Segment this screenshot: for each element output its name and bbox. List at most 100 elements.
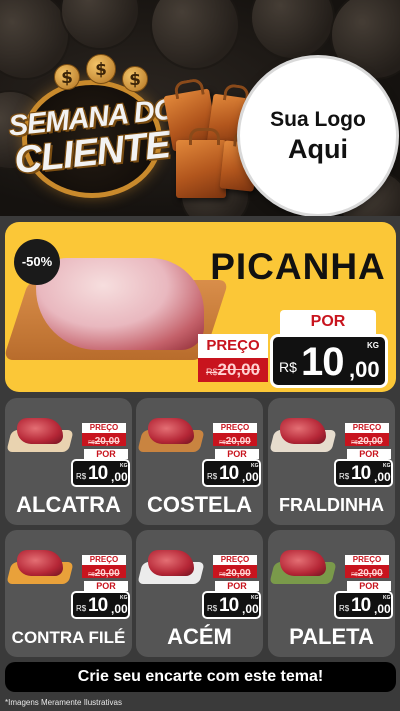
meat-cut-image bbox=[280, 550, 326, 576]
semana-do-cliente-badge: $ $ $ SEMANA DO CLIENTE bbox=[7, 54, 177, 202]
price-unit: KG bbox=[120, 463, 128, 469]
preco-label: PREÇO bbox=[213, 555, 257, 565]
price-unit: KG bbox=[251, 595, 259, 601]
featured-product-name: PICANHA bbox=[210, 246, 386, 287]
product-name: PALETA bbox=[289, 624, 374, 649]
product-image bbox=[6, 416, 74, 456]
price-decimal: ,00 bbox=[349, 357, 380, 382]
product-name: CONTRA FILÉ bbox=[11, 628, 126, 647]
old-price: R$20,00 bbox=[213, 433, 257, 447]
price-currency: R$ bbox=[207, 472, 218, 481]
product-card: PREÇO R$20,00 POR R$ 10,00 KG CONTRA FILÉ bbox=[5, 530, 132, 657]
product-card: PREÇO R$20,00 POR R$ 10,00 KG COSTELA bbox=[136, 398, 263, 525]
price-integer: 10 bbox=[351, 463, 371, 484]
coin-decoration bbox=[150, 0, 240, 70]
dollar-coin-icon: $ bbox=[54, 64, 80, 90]
product-name: FRALDINHA bbox=[279, 495, 384, 515]
old-price: R$20,00 bbox=[345, 565, 389, 579]
old-price: R$20,00 bbox=[345, 433, 389, 447]
por-label: POR bbox=[84, 581, 128, 591]
product-card: PREÇO R$20,00 POR R$ 10,00 KG ACÉM bbox=[136, 530, 263, 657]
old-price-value: 20,00 bbox=[225, 568, 251, 579]
price-currency: R$ bbox=[279, 359, 297, 375]
por-label: POR bbox=[347, 581, 391, 591]
price-integer: 10 bbox=[219, 463, 239, 484]
price-decimal: ,00 bbox=[374, 470, 391, 484]
old-price: R$20,00 bbox=[198, 358, 268, 382]
product-image bbox=[137, 416, 205, 456]
new-price-box: R$ 10,00 KG bbox=[202, 591, 261, 619]
meat-cut-image bbox=[17, 418, 63, 444]
preco-label: PREÇO bbox=[198, 334, 268, 358]
price-currency: R$ bbox=[339, 604, 350, 613]
coin-decoration bbox=[60, 0, 140, 50]
new-price-box: R$ 10,00 KG bbox=[71, 459, 130, 487]
product-name: ACÉM bbox=[167, 624, 232, 649]
price-decimal: ,00 bbox=[242, 602, 259, 616]
price-currency: R$ bbox=[76, 472, 87, 481]
new-price-box: R$ 10 ,00 KG bbox=[270, 334, 388, 388]
new-price-box: R$ 10,00 KG bbox=[71, 591, 130, 619]
dollar-coin-icon: $ bbox=[122, 66, 148, 92]
old-price: R$20,00 bbox=[82, 433, 126, 447]
create-flyer-button[interactable]: Crie seu encarte com este tema! bbox=[5, 662, 396, 692]
product-image bbox=[6, 548, 74, 588]
por-label: POR bbox=[215, 581, 259, 591]
preco-label: PREÇO bbox=[345, 423, 389, 433]
old-price-value: 20,00 bbox=[225, 436, 251, 447]
price-unit: KG bbox=[383, 595, 391, 601]
price-integer: 10 bbox=[351, 595, 371, 616]
meat-cut-image bbox=[280, 418, 326, 444]
picanha-image bbox=[36, 258, 204, 350]
old-price-value: 20,00 bbox=[94, 568, 120, 579]
meat-cut-image bbox=[17, 550, 63, 576]
por-label: POR bbox=[280, 310, 376, 334]
old-price: R$20,00 bbox=[213, 565, 257, 579]
product-name: ALCATRA bbox=[16, 492, 121, 517]
meat-cut-image bbox=[148, 418, 194, 444]
product-image bbox=[269, 548, 337, 588]
product-image bbox=[269, 416, 337, 456]
preco-label: PREÇO bbox=[82, 555, 126, 565]
logo-text-line1: Sua Logo bbox=[270, 107, 366, 131]
old-price-value: 20,00 bbox=[217, 360, 261, 379]
old-price-value: 20,00 bbox=[357, 568, 383, 579]
por-label: POR bbox=[84, 449, 128, 459]
price-unit: KG bbox=[367, 341, 379, 350]
product-card: PREÇO R$20,00 POR R$ 10,00 KG PALETA bbox=[268, 530, 395, 657]
preco-label: PREÇO bbox=[82, 423, 126, 433]
header-banner: $ $ $ SEMANA DO CLIENTE Sua Logo Aqui bbox=[0, 0, 400, 216]
preco-label: PREÇO bbox=[213, 423, 257, 433]
new-price-box: R$ 10,00 KG bbox=[334, 591, 393, 619]
old-price-value: 20,00 bbox=[94, 436, 120, 447]
logo-placeholder[interactable]: Sua Logo Aqui bbox=[240, 58, 396, 214]
price-decimal: ,00 bbox=[111, 470, 128, 484]
price-integer: 10 bbox=[88, 463, 108, 484]
shopping-bag-icon bbox=[176, 128, 226, 198]
por-label: POR bbox=[215, 449, 259, 459]
coin-decoration bbox=[250, 0, 335, 60]
disclaimer-text: *Imagens Meramente Ilustrativas bbox=[5, 698, 122, 707]
price-unit: KG bbox=[383, 463, 391, 469]
price-currency: R$ bbox=[76, 604, 87, 613]
new-price-box: R$ 10,00 KG bbox=[202, 459, 261, 487]
price-decimal: ,00 bbox=[242, 470, 259, 484]
discount-badge: -50% bbox=[14, 239, 60, 285]
por-label: POR bbox=[347, 449, 391, 459]
logo-text-line2: Aqui bbox=[288, 133, 348, 164]
old-price-currency: R$ bbox=[205, 367, 218, 377]
product-card: PREÇO R$20,00 POR R$ 10,00 KG ALCATRA bbox=[5, 398, 132, 525]
price-decimal: ,00 bbox=[111, 602, 128, 616]
product-image bbox=[137, 548, 205, 588]
old-price: R$20,00 bbox=[82, 565, 126, 579]
price-decimal: ,00 bbox=[374, 602, 391, 616]
price-unit: KG bbox=[251, 463, 259, 469]
product-card: PREÇO R$20,00 POR R$ 10,00 KG FRALDINHA bbox=[268, 398, 395, 525]
price-integer: 10 bbox=[301, 340, 344, 384]
price-currency: R$ bbox=[207, 604, 218, 613]
meat-cut-image bbox=[148, 550, 194, 576]
preco-label: PREÇO bbox=[345, 555, 389, 565]
price-integer: 10 bbox=[88, 595, 108, 616]
price-integer: 10 bbox=[219, 595, 239, 616]
price-unit: KG bbox=[120, 595, 128, 601]
